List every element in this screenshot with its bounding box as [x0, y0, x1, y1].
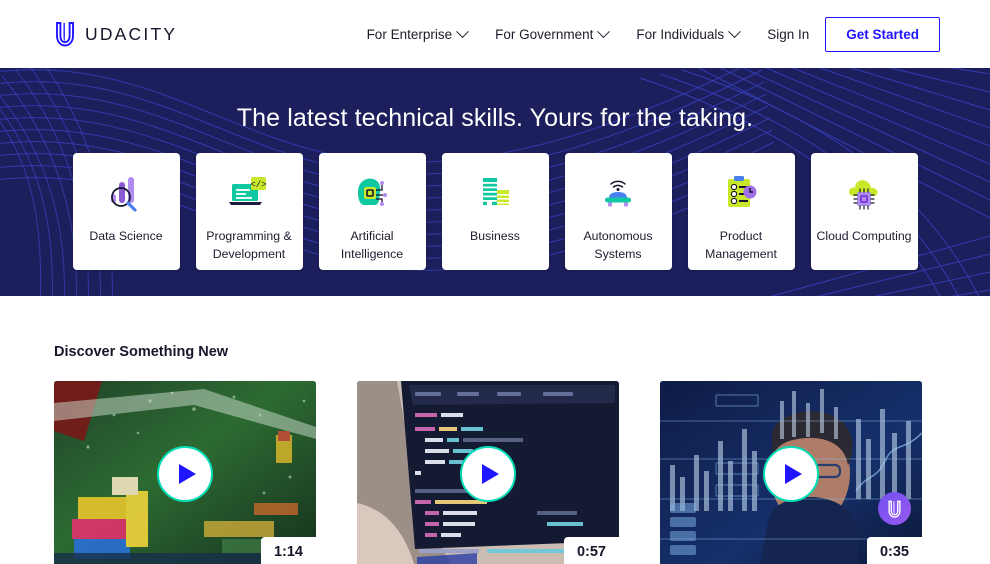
main-nav: For Enterprise For Government For Indivi…: [353, 16, 940, 52]
udacity-u-logo-icon: [54, 21, 76, 47]
video-card[interactable]: 1:14: [54, 381, 316, 564]
category-card-data-science[interactable]: Data Science: [72, 153, 180, 270]
play-triangle: [179, 464, 196, 484]
udacity-u-badge-icon: [878, 492, 911, 525]
nav-label: For Government: [495, 26, 594, 42]
brand-wordmark: UDACITY: [85, 23, 178, 44]
bar-chart-magnifier-icon: [103, 172, 149, 214]
sign-in-link[interactable]: Sign In: [753, 27, 825, 42]
nav-item-for-government[interactable]: For Government: [481, 24, 622, 42]
brain-chip-icon: [349, 172, 395, 214]
office-buildings-icon: [472, 172, 518, 214]
nav-label: For Enterprise: [366, 26, 453, 42]
category-label: Business: [470, 229, 520, 243]
video-card[interactable]: 0:57: [357, 381, 619, 564]
play-triangle: [785, 464, 802, 484]
video-card[interactable]: 0:35: [660, 381, 922, 564]
hero-section: The latest technical skills. Yours for t…: [0, 68, 990, 296]
category-label: Artificial Intelligence: [340, 229, 404, 261]
laptop-code-icon: </>: [226, 172, 272, 214]
nav-item-for-enterprise[interactable]: For Enterprise: [353, 24, 482, 42]
get-started-button[interactable]: Get Started: [825, 16, 940, 52]
category-label: Data Science: [89, 229, 163, 243]
video-duration: 1:14: [260, 537, 316, 564]
svg-text:</>: </>: [250, 180, 266, 190]
play-icon[interactable]: [460, 446, 516, 502]
play-icon[interactable]: [763, 446, 819, 502]
cloud-chip-icon: [841, 172, 887, 214]
self-driving-car-icon: [595, 172, 641, 214]
discover-title: Discover Something New: [54, 344, 229, 360]
category-card-cloud-computing[interactable]: Cloud Computing: [810, 153, 918, 270]
brand-logo[interactable]: UDACITY: [54, 21, 177, 47]
category-card-autonomous-systems[interactable]: Autonomous Systems: [564, 153, 672, 270]
chevron-down-icon: [597, 24, 611, 38]
nav-label: For Individuals: [636, 26, 725, 42]
video-duration: 0:57: [563, 537, 619, 564]
category-card-programming-development[interactable]: </> Programming & Development: [195, 153, 303, 270]
hero-title: The latest technical skills. Yours for t…: [236, 104, 754, 132]
video-duration: 0:35: [866, 537, 922, 564]
site-header: UDACITY For Enterprise For Government Fo…: [0, 0, 990, 68]
chevron-down-icon: [456, 24, 469, 38]
category-card-business[interactable]: Business: [441, 153, 549, 270]
category-label: Autonomous Systems: [583, 229, 653, 261]
play-icon[interactable]: [157, 446, 213, 502]
category-card-list: Data Science </> Programming & Developme…: [0, 153, 990, 270]
play-triangle: [482, 464, 499, 484]
clipboard-clock-icon: [718, 172, 764, 214]
category-label: Cloud Computing: [816, 229, 912, 243]
category-label: Programming & Development: [206, 229, 292, 261]
discover-section: Discover Something New 1:14 0:57 0:35: [0, 296, 990, 564]
chevron-down-icon: [728, 24, 742, 38]
video-card-list: 1:14 0:57 0:35: [54, 381, 936, 564]
nav-item-for-individuals[interactable]: For Individuals: [622, 24, 753, 42]
category-card-artificial-intelligence[interactable]: Artificial Intelligence: [318, 153, 426, 270]
category-card-product-management[interactable]: Product Management: [687, 153, 795, 270]
category-label: Product Management: [705, 229, 777, 261]
